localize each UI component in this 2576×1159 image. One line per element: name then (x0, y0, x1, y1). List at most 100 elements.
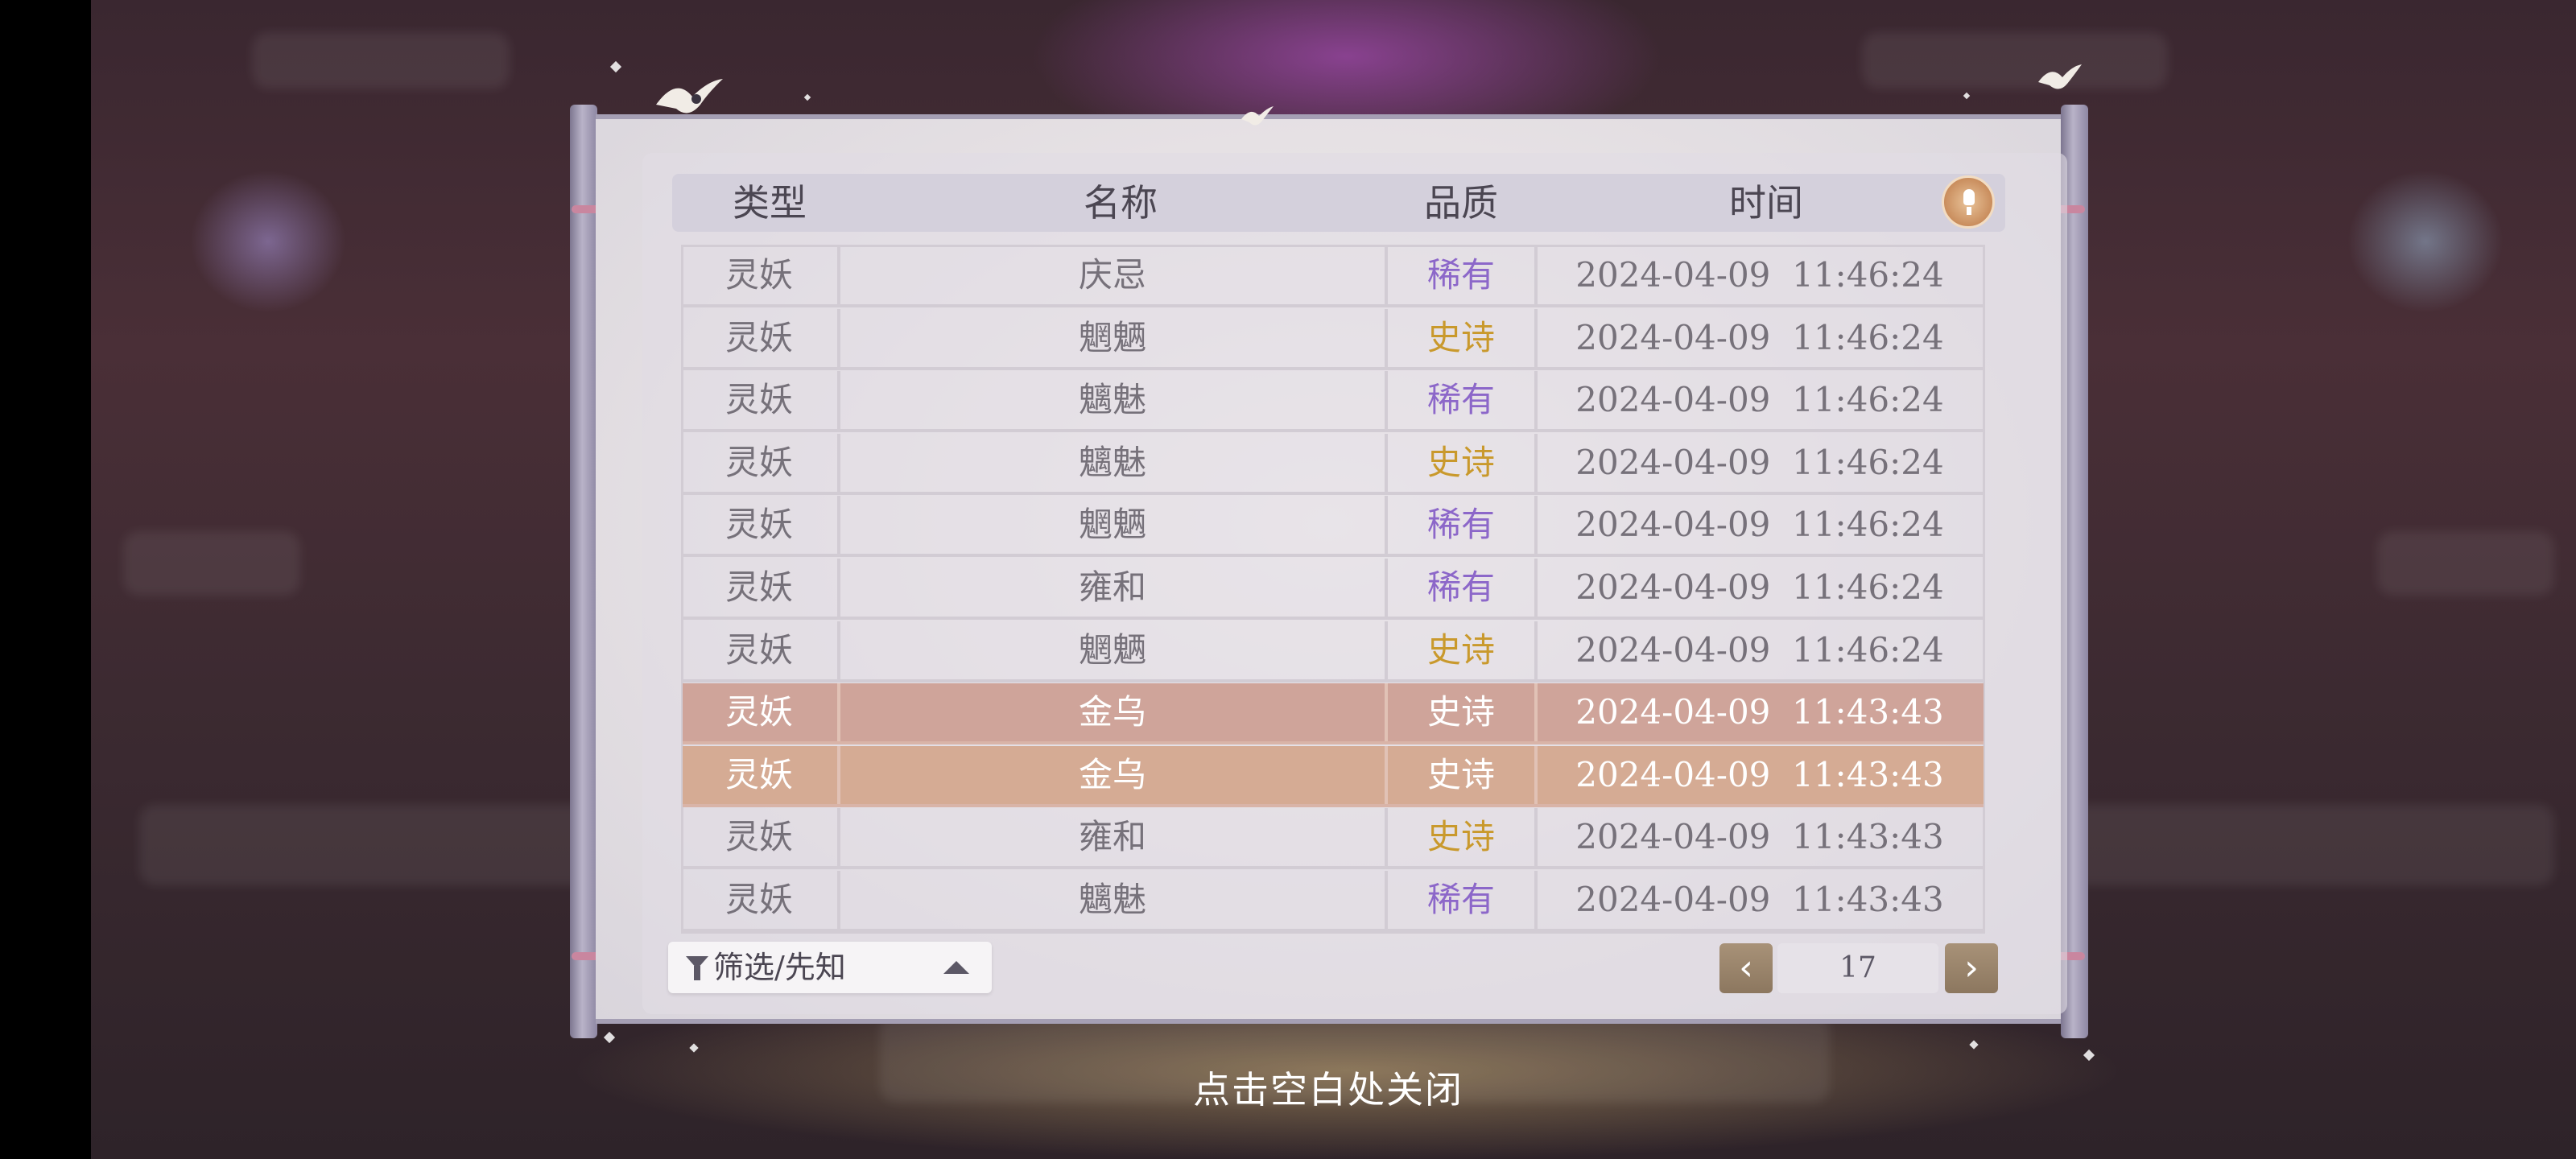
cell-quality: 史诗 (1426, 442, 1495, 482)
column-divider (1534, 808, 1538, 867)
column-divider (1534, 496, 1538, 555)
column-divider (1385, 371, 1388, 430)
column-divider (1534, 433, 1538, 492)
cell-quality: 史诗 (1426, 317, 1495, 357)
scroll-rod-left (570, 105, 597, 1038)
cell-time: 2024-04-09 11:46:24 (1575, 317, 1944, 357)
cell-name: 魑魅 (1078, 880, 1146, 919)
cell-type: 灵妖 (724, 380, 793, 420)
cell-time: 2024-04-09 11:46:24 (1575, 255, 1944, 295)
table-row: 灵妖 庆忌 稀有 2024-04-09 11:46:24 (683, 246, 1984, 307)
cell-type: 灵妖 (724, 880, 793, 919)
column-divider (1534, 559, 1538, 617)
column-divider (837, 308, 840, 367)
cell-name: 魍魉 (1078, 629, 1146, 670)
close-hint[interactable]: 点击空白处关闭 (1046, 1061, 1610, 1114)
column-divider (1385, 308, 1388, 367)
swallow-icon (2038, 64, 2082, 89)
table-row: 灵妖 金乌 史诗 2024-04-09 11:43:43 (683, 683, 1984, 745)
column-divider (1534, 371, 1538, 430)
column-divider (1385, 559, 1388, 617)
cell-type: 灵妖 (724, 629, 793, 670)
header-quality: 品质 (1424, 181, 1498, 225)
column-divider (1385, 246, 1388, 304)
column-divider (1534, 621, 1538, 679)
cell-quality: 稀有 (1426, 567, 1495, 607)
cell-name: 庆忌 (1078, 255, 1146, 295)
table-row: 灵妖 雍和 史诗 2024-04-09 11:43:43 (683, 808, 1984, 870)
column-divider (837, 871, 840, 929)
cell-quality: 稀有 (1426, 380, 1495, 420)
column-divider (1385, 433, 1388, 492)
cell-quality: 史诗 (1426, 629, 1495, 670)
next-page-button[interactable]: › (1945, 943, 1998, 993)
column-divider (1385, 683, 1388, 742)
filter-dropdown[interactable]: 筛选/先知 (668, 942, 992, 993)
page-number: 17 (1777, 943, 1938, 993)
cell-name: 魑魅 (1078, 380, 1146, 420)
cell-quality: 稀有 (1426, 255, 1495, 295)
cell-quality: 史诗 (1426, 754, 1495, 794)
cell-time: 2024-04-09 11:46:24 (1575, 505, 1944, 545)
column-divider (1534, 871, 1538, 929)
cell-time: 2024-04-09 11:46:24 (1575, 567, 1944, 607)
left-black-bar (0, 0, 91, 1159)
caret-up-icon (943, 961, 969, 974)
cell-type: 灵妖 (724, 442, 793, 482)
column-divider (1385, 621, 1388, 679)
cell-time: 2024-04-09 11:46:24 (1575, 442, 1944, 482)
filter-label: 筛选/先知 (713, 950, 846, 985)
column-divider (1385, 745, 1388, 804)
column-divider (837, 621, 840, 679)
cell-time: 2024-04-09 11:43:43 (1575, 754, 1944, 794)
cell-name: 魍魉 (1078, 505, 1146, 545)
table-row: 灵妖 金乌 史诗 2024-04-09 11:43:43 (683, 745, 1984, 807)
header-time: 时间 (1729, 181, 1803, 225)
cell-name: 魑魅 (1078, 442, 1146, 482)
cell-name: 魍魉 (1078, 317, 1146, 357)
prev-page-button[interactable]: ‹ (1719, 943, 1773, 993)
column-divider (837, 496, 840, 555)
column-divider (837, 246, 840, 304)
column-divider (1534, 683, 1538, 742)
table-row: 灵妖 魑魅 史诗 2024-04-09 11:46:24 (683, 433, 1984, 495)
cell-time: 2024-04-09 11:46:24 (1575, 629, 1944, 670)
table-row: 灵妖 魑魅 稀有 2024-04-09 11:43:43 (683, 871, 1984, 932)
cell-type: 灵妖 (724, 692, 793, 732)
cell-type: 灵妖 (724, 255, 793, 295)
column-divider (1534, 308, 1538, 367)
table-row: 灵妖 魑魅 稀有 2024-04-09 11:46:24 (683, 371, 1984, 433)
column-divider (837, 371, 840, 430)
cell-time: 2024-04-09 11:43:43 (1575, 880, 1944, 919)
table-row: 灵妖 雍和 稀有 2024-04-09 11:46:24 (683, 559, 1984, 620)
table-row: 灵妖 魍魉 稀有 2024-04-09 11:46:24 (683, 496, 1984, 558)
column-divider (837, 808, 840, 867)
cell-type: 灵妖 (724, 317, 793, 357)
column-divider (837, 683, 840, 742)
cell-name: 雍和 (1078, 567, 1146, 607)
cell-type: 灵妖 (724, 567, 793, 607)
swallow-icon (1241, 106, 1274, 126)
cell-quality: 史诗 (1426, 692, 1495, 732)
column-divider (1534, 745, 1538, 804)
column-divider (1385, 871, 1388, 929)
lightbulb-icon (1963, 189, 1975, 205)
column-divider (837, 745, 840, 804)
header-type: 类型 (733, 181, 807, 225)
column-divider (1385, 808, 1388, 867)
table-row: 灵妖 魍魉 史诗 2024-04-09 11:46:24 (683, 621, 1984, 683)
table-row: 灵妖 魍魉 史诗 2024-04-09 11:46:24 (683, 308, 1984, 370)
header-name: 名称 (1084, 181, 1158, 225)
column-divider (837, 559, 840, 617)
cell-type: 灵妖 (724, 754, 793, 794)
cell-quality: 史诗 (1426, 817, 1495, 857)
cell-quality: 稀有 (1426, 505, 1495, 545)
cell-name: 雍和 (1078, 817, 1146, 857)
cell-time: 2024-04-09 11:43:43 (1575, 817, 1944, 857)
cell-time: 2024-04-09 11:43:43 (1575, 692, 1944, 732)
help-button[interactable] (1942, 175, 1995, 229)
column-divider (837, 433, 840, 492)
cell-type: 灵妖 (724, 817, 793, 857)
cell-type: 灵妖 (724, 505, 793, 545)
swallow-icon (656, 79, 723, 113)
